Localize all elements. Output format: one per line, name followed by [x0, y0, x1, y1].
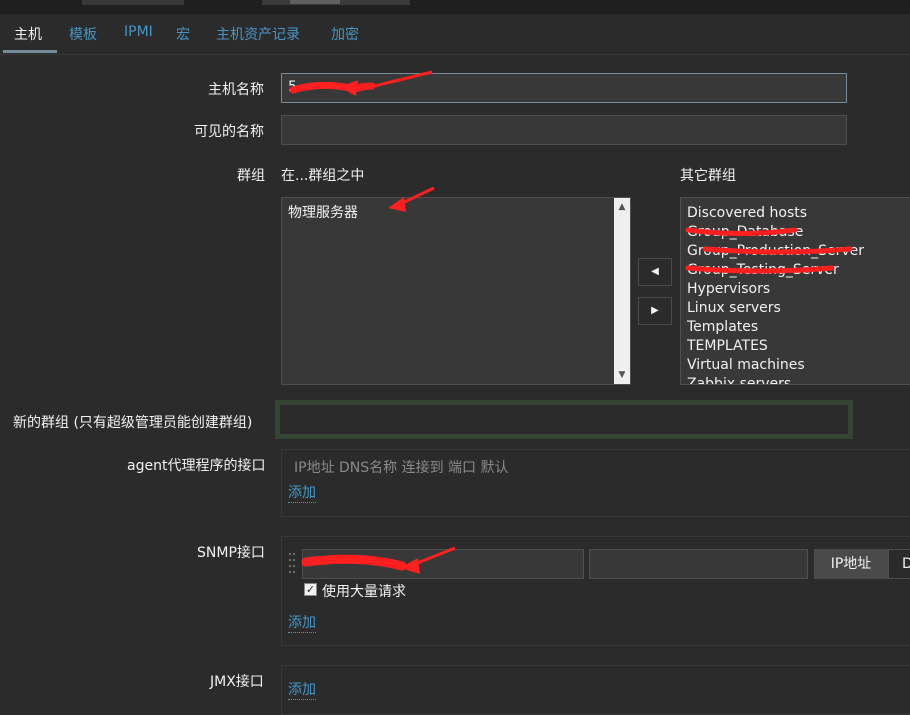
list-item[interactable]: Discovered hosts: [681, 204, 910, 223]
move-right-button[interactable]: ▶: [638, 297, 672, 325]
list-item[interactable]: 物理服务器: [282, 204, 630, 223]
agent-interface-label: agent代理程序的接口: [127, 458, 266, 474]
list-item[interactable]: Group_Testing_Server: [681, 261, 910, 280]
host-name-label: 主机名称: [208, 82, 264, 98]
list-item[interactable]: Templates: [681, 318, 910, 337]
add-snmp-interface-link[interactable]: 添加: [288, 615, 316, 633]
add-agent-interface-link[interactable]: 添加: [288, 485, 316, 503]
tab-templates[interactable]: 模板: [69, 24, 97, 44]
jmx-interface-box: 添加: [281, 665, 910, 715]
drag-handle-icon[interactable]: [288, 551, 296, 575]
bulk-requests-label: 使用大量请求: [322, 584, 406, 600]
list-item[interactable]: Group_Database: [681, 223, 910, 242]
new-group-label: 新的群组 (只有超级管理员能创建群组): [13, 415, 253, 431]
list-item[interactable]: Group_Production_Server: [681, 242, 910, 261]
jmx-interface-label: JMX接口: [210, 674, 264, 690]
host-name-input[interactable]: 5: [281, 73, 847, 103]
snmp-dns-input[interactable]: [589, 549, 808, 579]
snmp-ip-input[interactable]: [302, 549, 584, 579]
connect-dns-button[interactable]: D: [888, 549, 910, 579]
connect-ip-button[interactable]: IP地址: [814, 549, 888, 579]
groups-label: 群组: [237, 168, 265, 184]
visible-name-input[interactable]: [281, 115, 847, 145]
tab-host[interactable]: 主机: [14, 24, 42, 44]
list-item[interactable]: Hypervisors: [681, 280, 910, 299]
visible-name-label: 可见的名称: [194, 124, 264, 140]
snmp-interface-label: SNMP接口: [197, 545, 265, 561]
scroll-up-icon[interactable]: ▲: [614, 200, 630, 214]
new-group-input[interactable]: [275, 400, 853, 439]
bulk-requests-checkbox[interactable]: ✓: [304, 583, 317, 596]
scroll-down-icon[interactable]: ▼: [614, 368, 630, 382]
list-item[interactable]: Linux servers: [681, 299, 910, 318]
tab-ipmi[interactable]: IPMI: [124, 24, 153, 40]
agent-interface-box: IP地址 DNS名称 连接到 端口 默认 添加: [281, 449, 910, 517]
tab-macros[interactable]: 宏: [176, 24, 190, 44]
list-item[interactable]: Zabbix servers: [681, 375, 910, 384]
list-item[interactable]: TEMPLATES: [681, 337, 910, 356]
snmp-interface-box: IP地址 D ✓ 使用大量请求 添加: [281, 536, 910, 646]
add-jmx-interface-link[interactable]: 添加: [288, 682, 316, 700]
move-left-button[interactable]: ◀: [638, 258, 672, 286]
listbox-scrollbar[interactable]: ▲ ▼: [614, 198, 630, 384]
tab-bar: 主机 模板 IPMI 宏 主机资产记录 加密: [0, 14, 910, 55]
other-groups-listbox[interactable]: Discovered hosts Group_Database Group_Pr…: [680, 197, 910, 385]
in-groups-label: 在...群组之中: [281, 168, 365, 184]
list-item[interactable]: Virtual machines: [681, 356, 910, 375]
active-tab-indicator: [3, 50, 57, 53]
top-strip-block: [82, 0, 184, 5]
other-groups-label: 其它群组: [680, 168, 736, 184]
top-strip-block: [290, 0, 340, 4]
tab-inventory[interactable]: 主机资产记录: [216, 24, 300, 44]
interface-headers: IP地址 DNS名称 连接到 端口 默认: [294, 460, 509, 476]
host-name-value: 5: [288, 79, 297, 95]
tab-encryption[interactable]: 加密: [331, 24, 359, 44]
top-strip: [0, 0, 910, 14]
in-groups-listbox[interactable]: 物理服务器 ▲ ▼: [281, 197, 631, 385]
new-group-field[interactable]: [279, 404, 849, 435]
